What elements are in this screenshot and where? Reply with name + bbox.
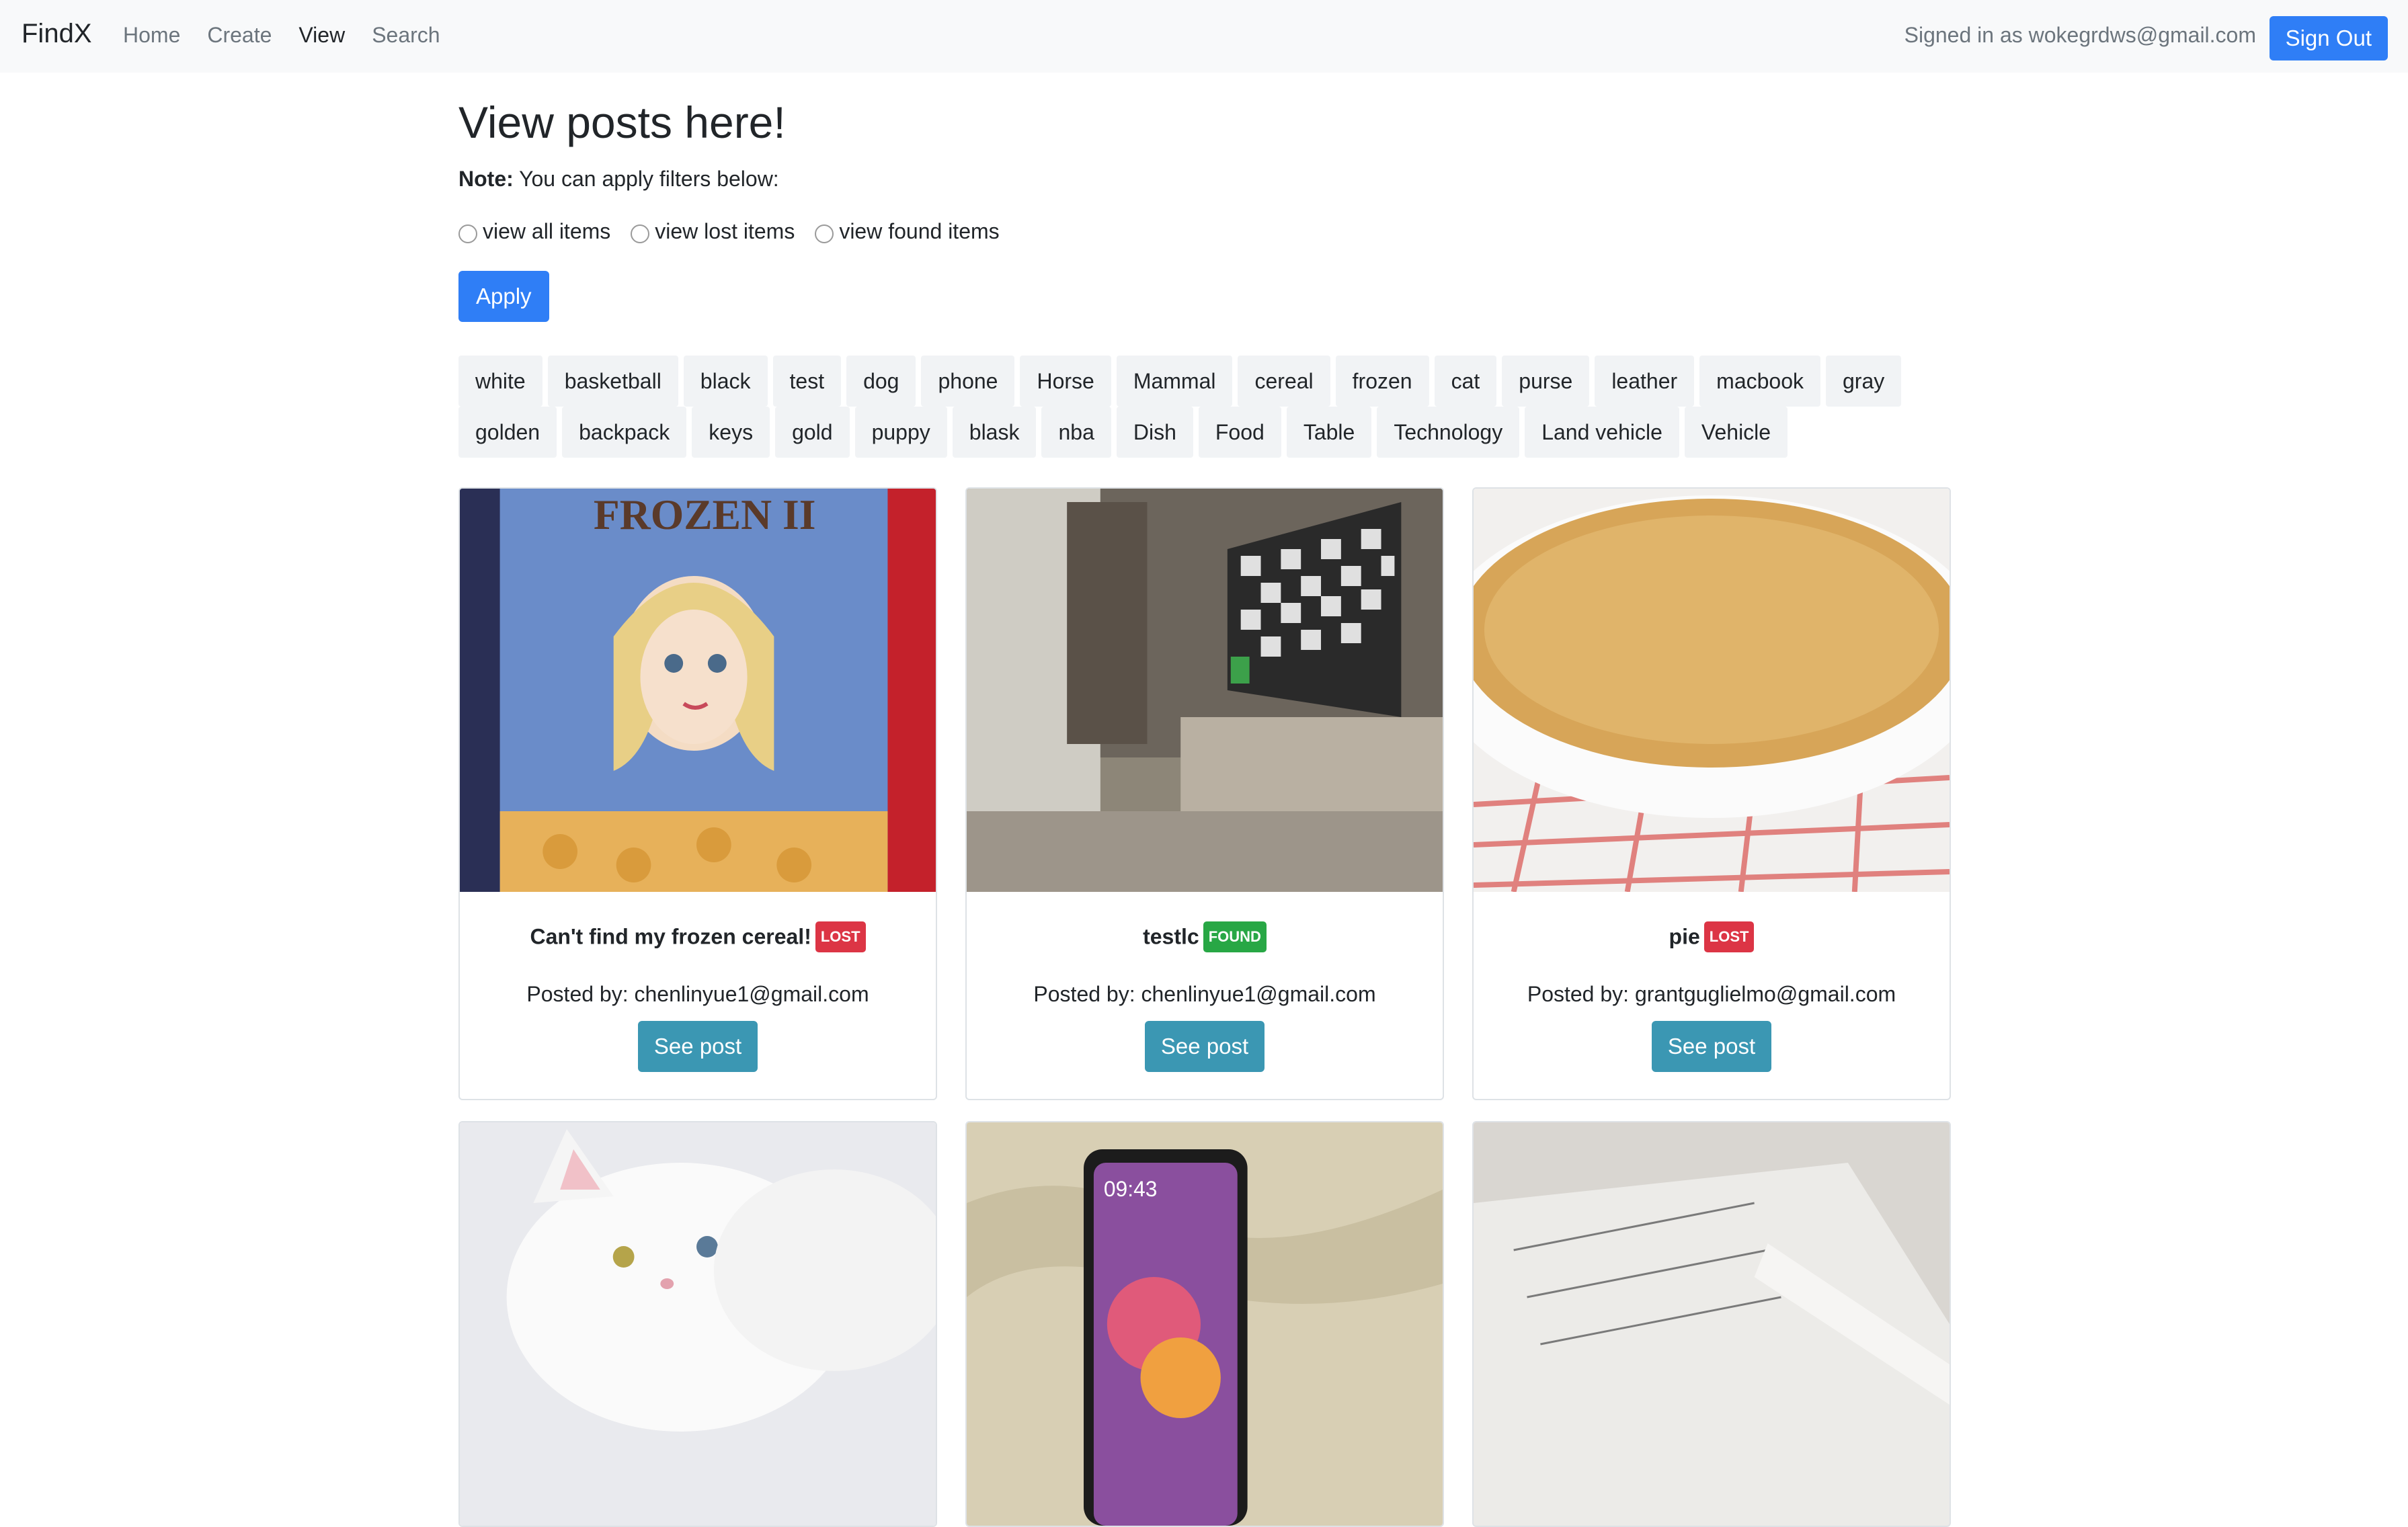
tag[interactable]: basketball: [547, 356, 678, 407]
nav-link-search[interactable]: Search: [372, 23, 440, 48]
filter-lost-label: view lost items: [655, 219, 795, 243]
post-author: Posted by: chenlinyue1@gmail.com: [526, 982, 869, 1006]
signed-in-text: Signed in as wokegrdws@gmail.com: [1904, 23, 2256, 47]
tag[interactable]: frozen: [1335, 356, 1429, 407]
card-body: testlc FOUND Posted by: chenlinyue1@gmail…: [967, 921, 1443, 1099]
tag-row-1: white basketball black test dog phone Ho…: [458, 356, 1907, 407]
tag[interactable]: puppy: [854, 407, 947, 458]
nav-link-view[interactable]: View: [298, 23, 345, 48]
tag[interactable]: keys: [692, 407, 770, 458]
tag[interactable]: cat: [1434, 356, 1497, 407]
main-content: View posts here! Note: You can apply fil…: [458, 73, 1951, 458]
card-body: pie LOST Posted by: grantguglielmo@gmail.…: [1474, 921, 1950, 1099]
tag[interactable]: Horse: [1020, 356, 1111, 407]
tag[interactable]: Dish: [1116, 407, 1193, 458]
post-card: [1472, 1121, 1951, 1527]
nav-links: Home Create View Search: [123, 23, 467, 48]
nav-link-home[interactable]: Home: [123, 23, 180, 48]
radio-button[interactable]: [631, 224, 650, 243]
radio-button[interactable]: [815, 224, 834, 243]
tag[interactable]: purse: [1502, 356, 1590, 407]
post-image-smartphone[interactable]: 09:43: [967, 1122, 1443, 1526]
tag[interactable]: dog: [846, 356, 916, 407]
note-label: Note:: [458, 167, 514, 191]
filter-all-label: view all items: [483, 219, 611, 243]
tag[interactable]: Food: [1198, 407, 1281, 458]
post-title: testlc FOUND: [967, 921, 1443, 954]
brand-logo[interactable]: FindX: [22, 19, 92, 49]
tag[interactable]: test: [772, 356, 842, 407]
tag[interactable]: black: [683, 356, 768, 407]
post-card: testlc FOUND Posted by: chenlinyue1@gmail…: [965, 487, 1444, 1100]
post-image-white-cat[interactable]: [460, 1122, 936, 1526]
tag[interactable]: Mammal: [1116, 356, 1233, 407]
tag-row-2: golden backpack keys gold puppy blask nb…: [458, 407, 1793, 458]
post-card: 09:43: [965, 1121, 1444, 1527]
post-card: FROZEN II Can't find my frozen cereal! LO…: [458, 487, 937, 1100]
tag[interactable]: Land vehicle: [1525, 407, 1679, 458]
tag[interactable]: leather: [1595, 356, 1695, 407]
filter-all[interactable]: view all items: [458, 219, 610, 244]
filter-found-label: view found items: [839, 219, 1000, 243]
see-post-button[interactable]: See post: [1651, 1021, 1772, 1072]
see-post-button[interactable]: See post: [637, 1021, 758, 1072]
post-card: pie LOST Posted by: grantguglielmo@gmail.…: [1472, 487, 1951, 1100]
svg-text:09:43: 09:43: [1104, 1177, 1158, 1201]
tag[interactable]: phone: [921, 356, 1015, 407]
note-text: You can apply filters below:: [513, 167, 779, 191]
nav-link-create[interactable]: Create: [207, 23, 272, 48]
post-image-frozen-cereal[interactable]: FROZEN II: [460, 489, 936, 892]
sign-out-button[interactable]: Sign Out: [2269, 16, 2388, 60]
apply-button[interactable]: Apply: [458, 271, 549, 322]
filter-found[interactable]: view found items: [815, 219, 1000, 244]
tag-list: white basketball black test dog phone Ho…: [458, 356, 1951, 458]
post-image-papers[interactable]: [1474, 1122, 1950, 1526]
status-badge: FOUND: [1203, 921, 1267, 952]
tag[interactable]: blask: [952, 407, 1037, 458]
tag[interactable]: cereal: [1238, 356, 1330, 407]
tag[interactable]: golden: [458, 407, 557, 458]
post-title: Can't find my frozen cereal! LOST: [460, 921, 936, 954]
svg-text:FROZEN II: FROZEN II: [594, 491, 816, 538]
tag[interactable]: macbook: [1699, 356, 1820, 407]
filter-options: view all items view lost items view foun…: [458, 219, 1951, 244]
post-title: pie LOST: [1474, 921, 1950, 954]
tag[interactable]: gold: [775, 407, 850, 458]
tag[interactable]: Table: [1286, 407, 1372, 458]
post-title-text: testlc: [1143, 924, 1199, 949]
post-image-living-room[interactable]: [967, 489, 1443, 892]
radio-button[interactable]: [458, 224, 477, 243]
tag[interactable]: white: [458, 356, 543, 407]
card-body: Can't find my frozen cereal! LOST Posted …: [460, 921, 936, 1099]
filter-lost[interactable]: view lost items: [631, 219, 795, 244]
navbar: FindX Home Create View Search Signed in …: [0, 0, 2408, 73]
post-author: Posted by: grantguglielmo@gmail.com: [1527, 982, 1896, 1006]
page-title: View posts here!: [458, 97, 786, 147]
post-title-text: Can't find my frozen cereal!: [530, 924, 811, 949]
post-author: Posted by: chenlinyue1@gmail.com: [1033, 982, 1376, 1006]
tag[interactable]: gray: [1826, 356, 1902, 407]
tag[interactable]: backpack: [562, 407, 687, 458]
post-title-text: pie: [1669, 924, 1700, 949]
tag[interactable]: Technology: [1377, 407, 1520, 458]
post-card: [458, 1121, 937, 1527]
status-badge: LOST: [1703, 921, 1755, 952]
tag[interactable]: nba: [1041, 407, 1111, 458]
tag[interactable]: Vehicle: [1684, 407, 1788, 458]
see-post-button[interactable]: See post: [1144, 1021, 1265, 1072]
filter-note: Note: You can apply filters below:: [458, 165, 1951, 192]
post-image-pie[interactable]: [1474, 489, 1950, 892]
status-badge: LOST: [815, 921, 866, 952]
